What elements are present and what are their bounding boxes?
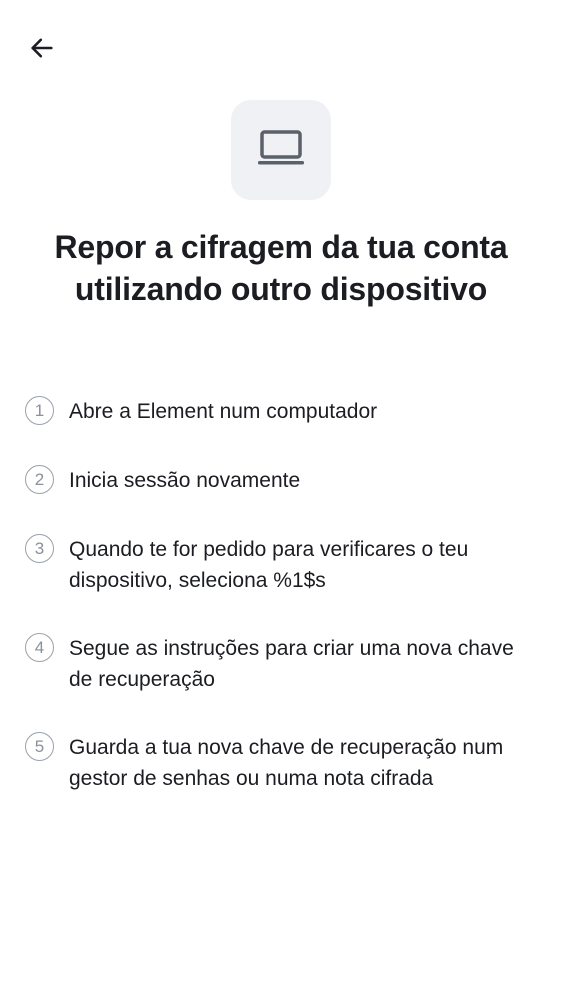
laptop-icon xyxy=(257,128,305,173)
step-text: Guarda a tua nova chave de recuperação n… xyxy=(69,736,504,790)
step-text: Abre a Element num computador xyxy=(69,400,378,423)
list-item: 5 Guarda a tua nova chave de recuperação… xyxy=(25,732,540,794)
hero-icon-container xyxy=(231,100,331,200)
page-title: Repor a cifragem da tua conta utilizando… xyxy=(54,229,508,307)
list-item: 1 Abre a Element num computador xyxy=(25,396,540,428)
step-text: Quando te for pedido para verificares o … xyxy=(69,538,469,592)
step-number: 5 xyxy=(25,732,54,761)
list-item: 4 Segue as instruções para criar uma nov… xyxy=(25,633,540,695)
step-number: 1 xyxy=(25,396,54,425)
arrow-left-icon xyxy=(28,34,56,67)
step-number: 3 xyxy=(25,534,54,563)
back-button[interactable] xyxy=(18,26,66,74)
list-item: 3 Quando te for pedido para verificares … xyxy=(25,534,540,596)
steps-list: 1 Abre a Element num computador 2 Inicia… xyxy=(25,396,540,831)
list-item: 2 Inicia sessão novamente xyxy=(25,465,540,497)
step-number: 4 xyxy=(25,633,54,662)
step-text: Segue as instruções para criar uma nova … xyxy=(69,637,514,691)
step-text: Inicia sessão novamente xyxy=(69,469,301,492)
step-number: 2 xyxy=(25,465,54,494)
